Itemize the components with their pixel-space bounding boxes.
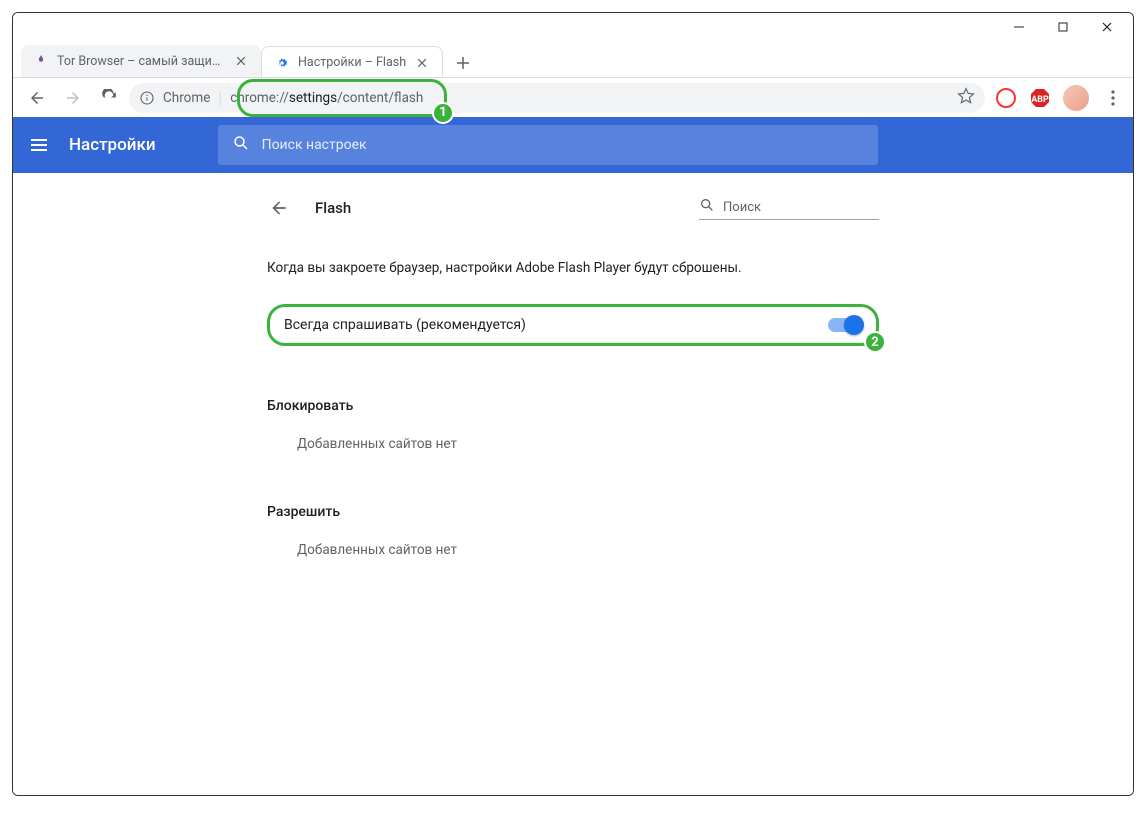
tab-close-button[interactable]	[233, 53, 249, 69]
window-minimize-button[interactable]	[997, 13, 1041, 41]
search-icon	[699, 197, 715, 217]
browser-toolbar: Chrome | chrome://settings/content/flash…	[13, 77, 1133, 117]
forward-button[interactable]	[57, 82, 89, 114]
allow-empty-message: Добавленных сайтов нет	[297, 542, 879, 558]
settings-search-box[interactable]	[218, 125, 878, 165]
local-search-box[interactable]	[699, 195, 879, 220]
block-heading: Блокировать	[267, 398, 879, 414]
svg-text:ABP: ABP	[1031, 95, 1049, 105]
always-ask-toggle[interactable]	[828, 318, 862, 332]
flash-description: Когда вы закроете браузер, настройки Ado…	[267, 260, 879, 276]
hamburger-menu-button[interactable]	[27, 133, 51, 157]
site-label: Chrome	[163, 90, 210, 106]
settings-header: Настройки	[13, 117, 1133, 173]
allow-heading: Разрешить	[267, 504, 879, 520]
toggle-label: Всегда спрашивать (рекомендуется)	[284, 317, 828, 333]
url-text: chrome://settings/content/flash	[230, 90, 949, 106]
window-close-button[interactable]	[1085, 13, 1129, 41]
window-controls	[13, 13, 1133, 41]
new-tab-button[interactable]	[449, 49, 477, 77]
gear-icon	[274, 55, 290, 71]
tab-item[interactable]: Tor Browser – самый защищенн…	[21, 45, 261, 77]
window-maximize-button[interactable]	[1041, 13, 1085, 41]
yandex-extension-icon[interactable]	[995, 87, 1017, 109]
tab-title: Tor Browser – самый защищенн…	[57, 54, 225, 69]
back-button[interactable]	[21, 82, 53, 114]
adblock-extension-icon[interactable]: ABP	[1029, 87, 1051, 109]
tab-close-button[interactable]	[414, 55, 430, 71]
profile-avatar[interactable]	[1063, 85, 1089, 111]
tab-item[interactable]: Настройки – Flash	[261, 46, 443, 78]
settings-title: Настройки	[69, 135, 156, 155]
onion-icon	[33, 53, 49, 69]
tab-title: Настройки – Flash	[298, 55, 406, 70]
browser-menu-button[interactable]	[1101, 86, 1125, 110]
section-title: Flash	[315, 199, 675, 217]
annotation-badge-2: 2	[864, 331, 886, 353]
settings-search-input[interactable]	[262, 137, 864, 153]
always-ask-toggle-row: Всегда спрашивать (рекомендуется) 2	[267, 304, 879, 346]
block-empty-message: Добавленных сайтов нет	[297, 436, 879, 452]
tab-strip: Tor Browser – самый защищенн… Настройки …	[13, 41, 1133, 77]
settings-content: Flash Когда вы закроете браузер, настрой…	[13, 173, 1133, 795]
extensions-row: ABP	[995, 85, 1125, 111]
search-icon	[232, 134, 250, 156]
site-info-icon[interactable]	[139, 90, 155, 106]
back-arrow-button[interactable]	[267, 196, 291, 220]
local-search-input[interactable]	[723, 200, 889, 215]
bookmark-star-icon[interactable]	[957, 87, 975, 109]
reload-button[interactable]	[93, 82, 125, 114]
address-bar[interactable]: Chrome | chrome://settings/content/flash…	[129, 83, 985, 113]
